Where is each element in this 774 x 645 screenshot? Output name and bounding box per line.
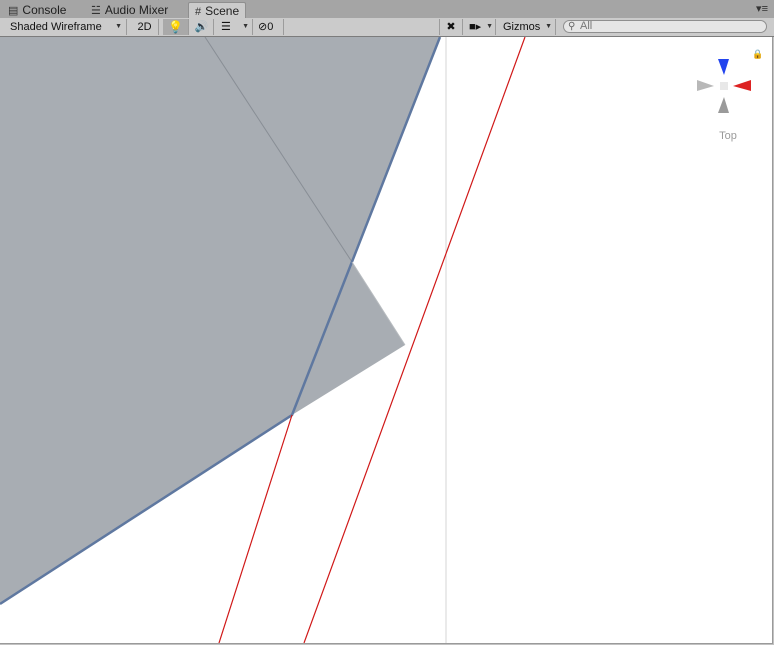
gizmo-y-axis-cone[interactable] [718,97,729,113]
tab-scene-label: Scene [205,4,240,18]
layers-icon: ☰ [221,21,231,33]
audio-mixer-icon: ☱ [91,5,101,17]
2d-toggle-label: 2D [137,21,152,33]
camera-dropdown[interactable]: ■▸ ▼ [464,19,496,35]
tab-console-label: Console [22,3,67,17]
view-orientation-label[interactable]: Top [710,130,746,142]
hidden-count: 0 [267,21,274,33]
tab-audio-mixer-label: Audio Mixer [104,3,169,17]
audio-toggle-button[interactable]: 🔊 [190,19,214,35]
tools-icon: ✖ [446,21,456,33]
search-input[interactable]: ⚲ All [563,20,767,33]
tools-button[interactable]: ✖ [439,19,463,35]
draw-mode-dropdown[interactable]: Shaded Wireframe ▼ [4,19,127,35]
chevron-down-icon: ▼ [486,23,493,30]
console-icon: ▤ [8,5,19,17]
gizmo-neg-x-axis-cone[interactable] [697,80,714,91]
scene-canvas [0,37,751,643]
mesh-polygon [0,37,440,604]
speaker-icon: 🔊 [194,21,209,33]
chevron-down-icon: ▼ [115,23,122,30]
gizmos-dropdown[interactable]: Gizmos ▼ [498,19,556,35]
chevron-down-icon: ▼ [242,23,249,30]
search-placeholder: All [580,20,593,32]
orientation-gizmo[interactable] [697,59,751,113]
tab-console[interactable]: ▤ Console [2,2,72,18]
tab-scene[interactable]: # Scene [188,2,247,19]
chevron-down-icon: ▼ [545,23,552,30]
search-icon: ⚲ [568,21,576,32]
effects-dropdown[interactable]: ☰ ▼ [215,19,253,35]
lightbulb-icon: 💡 [168,20,183,34]
gizmo-z-axis-cone[interactable] [718,59,729,75]
hidden-objects-toggle[interactable]: ⊘0 [254,19,284,35]
gizmo-x-axis-cone[interactable] [733,80,751,91]
tab-audio-mixer[interactable]: ☱ Audio Mixer [85,2,174,18]
gizmos-label: Gizmos [503,21,541,33]
lighting-toggle-button[interactable]: 💡 [163,19,189,35]
2d-toggle-button[interactable]: 2D [131,19,159,35]
draw-mode-label: Shaded Wireframe [10,21,102,33]
eye-slash-icon: ⊘ [258,21,268,33]
window-tab-bar: ▤ Console ☱ Audio Mixer # Scene ▾≡ [0,0,774,19]
lock-icon[interactable]: 🔒 [752,49,763,60]
window-menu-icon[interactable]: ▾≡ [756,2,768,15]
camera-icon: ■▸ [469,21,482,33]
gizmo-center-cube[interactable] [720,82,728,90]
scene-viewport[interactable]: 🔒 Top [0,37,773,644]
